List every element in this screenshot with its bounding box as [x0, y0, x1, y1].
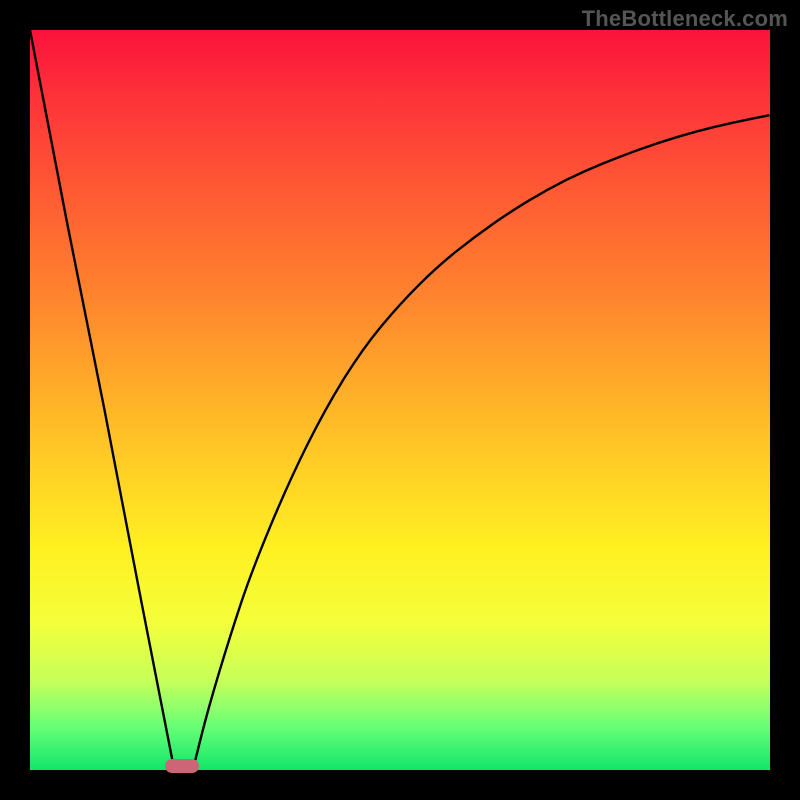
plot-area	[30, 30, 770, 770]
chart-frame: TheBottleneck.com	[0, 0, 800, 800]
bottleneck-marker	[165, 759, 199, 773]
watermark-text: TheBottleneck.com	[582, 6, 788, 32]
curve-left	[30, 30, 174, 770]
curve-svg	[30, 30, 770, 770]
curve-right	[193, 115, 770, 770]
